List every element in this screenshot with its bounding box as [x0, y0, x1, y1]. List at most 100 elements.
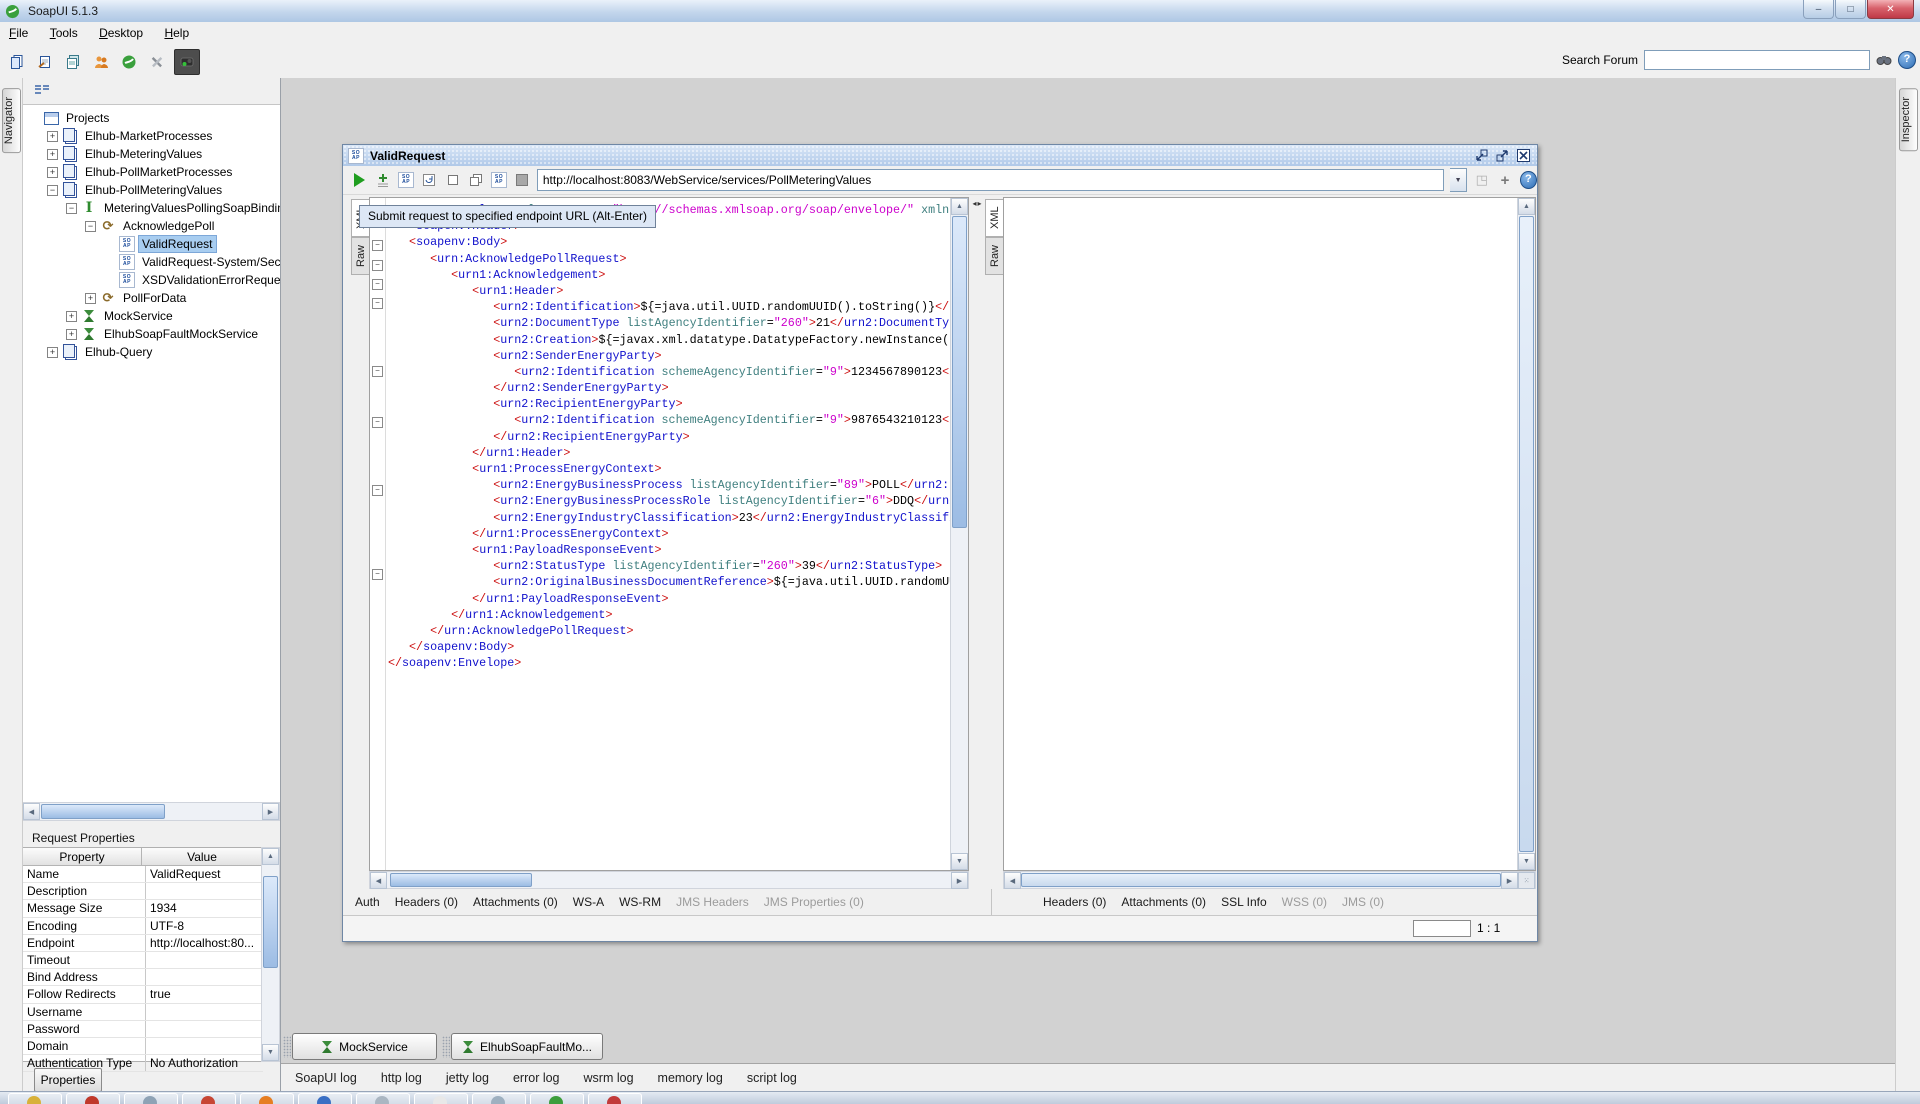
property-value[interactable]: UTF-8: [146, 918, 263, 934]
property-value[interactable]: No Authorization: [146, 1055, 263, 1071]
tree-item-label[interactable]: Elhub-MarketProcesses: [82, 128, 215, 144]
request-raw-tab[interactable]: Raw: [351, 237, 371, 275]
tree-item-label[interactable]: AcknowledgePoll: [120, 218, 217, 234]
fold-toggle-icon[interactable]: −: [372, 240, 383, 251]
tree-item-label[interactable]: Elhub-PollMeteringValues: [82, 182, 225, 198]
tree-item-label[interactable]: Elhub-MeteringValues: [82, 146, 205, 162]
fold-toggle-icon[interactable]: −: [372, 298, 383, 309]
taskbar-button[interactable]: [66, 1093, 120, 1104]
drag-handle[interactable]: [283, 1036, 291, 1058]
scroll-up-icon[interactable]: ▲: [262, 848, 279, 865]
scroll-thumb[interactable]: [41, 804, 165, 819]
tree-item[interactable]: SOAPXSDValidationErrorRequest: [22, 271, 280, 289]
property-row[interactable]: Domain: [23, 1038, 263, 1055]
taskbar-button[interactable]: [124, 1093, 178, 1104]
fold-toggle-icon[interactable]: −: [372, 366, 383, 377]
internal-maximize-icon[interactable]: [1495, 148, 1510, 163]
save-all-icon[interactable]: [62, 51, 84, 73]
property-value[interactable]: [146, 883, 263, 899]
response-xml-tab[interactable]: XML: [985, 199, 1005, 237]
add-endpoint-icon[interactable]: +: [1496, 171, 1513, 189]
submit-request-icon[interactable]: [351, 171, 368, 189]
internal-restore-icon[interactable]: [1474, 148, 1489, 163]
clone-request-icon[interactable]: [467, 171, 484, 189]
request-inspector-tab[interactable]: Auth: [355, 895, 380, 909]
column-header-value[interactable]: Value: [142, 848, 263, 866]
scroll-up-icon[interactable]: ▲: [951, 198, 968, 215]
properties-toggle-button[interactable]: Properties: [34, 1068, 102, 1092]
tree-item-label[interactable]: MockService: [101, 308, 176, 324]
tree-item[interactable]: + ElhubSoapFaultMockService: [22, 325, 280, 343]
scroll-thumb[interactable]: [952, 216, 967, 528]
close-button[interactable]: ✕: [1867, 0, 1914, 19]
collapse-right-icon[interactable]: ▸: [978, 199, 982, 219]
zoom-input[interactable]: [1413, 920, 1471, 937]
taskbar-button[interactable]: [240, 1093, 294, 1104]
tree-item[interactable]: SOAPValidRequest-System/Securi: [22, 253, 280, 271]
request-horizontal-scrollbar[interactable]: ◀ ▶: [369, 871, 969, 889]
request-help-icon[interactable]: ?: [1520, 171, 1537, 189]
taskbar-button[interactable]: [472, 1093, 526, 1104]
tree-item-label[interactable]: ValidRequest-System/Securi: [139, 254, 280, 270]
tree-horizontal-scrollbar[interactable]: ◀ ▶: [22, 802, 280, 821]
tree-item-label[interactable]: Elhub-Query: [82, 344, 155, 360]
tree-expander-icon[interactable]: +: [47, 149, 58, 160]
tree-item[interactable]: + Elhub-MeteringValues: [22, 145, 280, 163]
import-remote-project-icon[interactable]: [34, 51, 56, 73]
tree-item[interactable]: +Elhub-MarketProcesses: [22, 127, 280, 145]
menu-desktop[interactable]: Desktop: [90, 22, 152, 46]
tree-expander-icon[interactable]: +: [85, 293, 96, 304]
property-row[interactable]: Endpointhttp://localhost:80...: [23, 935, 263, 952]
scroll-thumb[interactable]: [1519, 216, 1534, 852]
internal-close-icon[interactable]: [1516, 148, 1531, 163]
response-vertical-scrollbar[interactable]: ▲ ▼: [1517, 198, 1535, 870]
scroll-down-icon[interactable]: ▼: [1518, 853, 1535, 870]
minimized-mockservice-button[interactable]: MockService: [292, 1033, 437, 1060]
scroll-up-icon[interactable]: ▲: [1518, 198, 1535, 215]
response-xml-editor[interactable]: ▲ ▼: [1003, 197, 1536, 871]
taskbar-button[interactable]: [298, 1093, 352, 1104]
tree-item[interactable]: − MeteringValuesPollingSoapBinding: [22, 199, 280, 217]
tree-item[interactable]: +MockService: [22, 307, 280, 325]
property-value[interactable]: [146, 1038, 263, 1054]
property-value[interactable]: [146, 969, 263, 985]
property-row[interactable]: Bind Address: [23, 969, 263, 986]
tree-item-label[interactable]: ElhubSoapFaultMockService: [101, 326, 261, 342]
tree-item[interactable]: + Elhub-Query: [22, 343, 280, 361]
navigator-tab[interactable]: Navigator: [2, 88, 21, 153]
property-row[interactable]: Message Size1934: [23, 900, 263, 917]
property-row[interactable]: NameValidRequest: [23, 866, 263, 883]
taskbar-button[interactable]: [8, 1093, 62, 1104]
tree-expander-icon[interactable]: +: [47, 167, 58, 178]
request-inspector-tab[interactable]: WS-A: [573, 895, 604, 909]
response-raw-tab[interactable]: Raw: [985, 237, 1005, 275]
tree-expander-icon[interactable]: −: [47, 185, 58, 196]
property-value[interactable]: [146, 1021, 263, 1037]
endpoint-url-combo[interactable]: http://localhost:8083/WebService/service…: [537, 169, 1444, 191]
log-tab[interactable]: SoapUI log: [295, 1071, 357, 1085]
tree-item[interactable]: −AcknowledgePoll: [22, 217, 280, 235]
taskbar-button[interactable]: [182, 1093, 236, 1104]
log-tab[interactable]: error log: [513, 1071, 560, 1085]
tree-item[interactable]: − Elhub-PollMeteringValues: [22, 181, 280, 199]
tree-item-label[interactable]: MeteringValuesPollingSoapBinding: [101, 200, 280, 216]
tree-expander-icon[interactable]: +: [66, 329, 77, 340]
tree-expander-icon[interactable]: −: [66, 203, 77, 214]
property-row[interactable]: Password: [23, 1021, 263, 1038]
log-tab[interactable]: http log: [381, 1071, 422, 1085]
response-inspector-tab[interactable]: Headers (0): [1043, 895, 1106, 909]
help-icon[interactable]: ?: [1898, 51, 1916, 69]
scroll-right-icon[interactable]: ▶: [262, 803, 279, 820]
menu-tools[interactable]: Tools: [41, 22, 87, 46]
property-row[interactable]: Username: [23, 1004, 263, 1021]
tree-expander-icon[interactable]: +: [47, 347, 58, 358]
soapui-green-icon[interactable]: [118, 51, 140, 73]
soap-headers-icon[interactable]: SOAP: [490, 171, 507, 189]
scroll-down-icon[interactable]: ▼: [951, 853, 968, 870]
request-inspector-tab[interactable]: WS-RM: [619, 895, 661, 909]
response-inspector-tab[interactable]: SSL Info: [1221, 895, 1267, 909]
validrequest-titlebar[interactable]: SOAP ValidRequest: [343, 145, 1537, 167]
response-horizontal-scrollbar[interactable]: ◀ ▶ ⁙: [1003, 871, 1536, 889]
scroll-thumb[interactable]: [263, 876, 278, 968]
menu-file[interactable]: File: [0, 22, 37, 46]
